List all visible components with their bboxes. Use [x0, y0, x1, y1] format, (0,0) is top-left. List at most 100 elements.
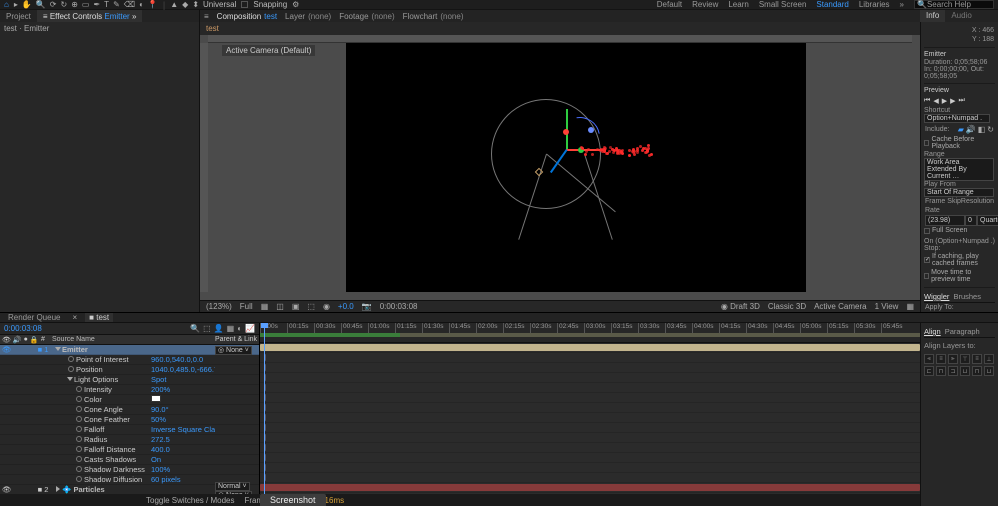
audio-column-icon[interactable]: 🔊 [13, 336, 22, 344]
track-row[interactable] [260, 393, 920, 403]
track-row[interactable] [260, 473, 920, 483]
workspace-more-icon[interactable]: » [900, 0, 904, 9]
parent-column-header[interactable]: Parent & Link [215, 336, 259, 343]
dist-left-icon[interactable]: ⊏ [924, 366, 934, 376]
viewer-area[interactable]: Active Camera (Default) [200, 35, 920, 300]
panel-menu-icon[interactable]: ≡ [204, 12, 209, 21]
workspace-libraries[interactable]: Libraries [859, 0, 890, 9]
track-row[interactable] [260, 443, 920, 453]
tab-effect-controls[interactable]: ≡ Effect Controls Emitter » [37, 10, 143, 22]
current-time-indicator[interactable] [264, 323, 265, 506]
roto-tool-icon[interactable]: ◐ [139, 0, 144, 9]
workspace-smallscreen[interactable]: Small Screen [759, 0, 807, 9]
framerate-dropdown[interactable]: (23.98) [925, 215, 965, 226]
track-row[interactable] [260, 433, 920, 443]
eye-column-icon[interactable]: 👁 [2, 336, 11, 344]
comp-breadcrumb[interactable]: test [200, 22, 920, 35]
frame-blend-icon[interactable]: ▦ [227, 324, 235, 333]
property-row[interactable]: Color [0, 395, 259, 405]
rotate-tool-icon[interactable]: ↻ [61, 0, 68, 9]
tab-composition[interactable]: Composition test [217, 12, 277, 21]
track-row[interactable] [260, 423, 920, 433]
tab-wiggler[interactable]: Wiggler [924, 292, 949, 301]
toggle-switches-button[interactable]: Toggle Switches / Modes [146, 496, 235, 505]
workspace-review[interactable]: Review [692, 0, 718, 9]
tab-project[interactable]: Project [0, 10, 37, 22]
fullscreen-checkbox[interactable]: Full Screen [924, 226, 995, 235]
region-icon[interactable]: ⬚ [307, 302, 315, 311]
workspace-learn[interactable]: Learn [728, 0, 748, 9]
play-icon[interactable]: ▶ [942, 97, 947, 105]
skip-dropdown[interactable]: 0 [965, 215, 977, 226]
property-row[interactable]: FalloffInverse Square Clamp… [0, 425, 259, 435]
comp-mini-flow-icon[interactable]: ⬚ [203, 324, 211, 333]
workspace-standard[interactable]: Standard [816, 0, 848, 9]
property-row[interactable]: Position1040.0,485.0,-666.7 [0, 365, 259, 375]
workspace-default[interactable]: Default [657, 0, 682, 9]
graph-editor-icon[interactable]: 📈 [245, 324, 255, 333]
track-row[interactable] [260, 383, 920, 393]
mask-toggle-icon[interactable]: ▣ [292, 302, 300, 311]
last-frame-icon[interactable]: ⏭ [958, 97, 964, 105]
tab-more-icon[interactable]: » [132, 12, 136, 21]
shortcut-dropdown[interactable]: Option+Numpad . [924, 114, 990, 123]
align-left-icon[interactable]: ⫷ [924, 354, 934, 364]
transparency-grid-icon[interactable]: ◫ [276, 302, 284, 311]
clone-tool-icon[interactable]: ⌫ [124, 0, 135, 9]
tab-audio[interactable]: Audio [945, 10, 977, 22]
layer-row[interactable]: 👁■ 1Emitter◎ None ˅ [0, 345, 259, 355]
ifcaching-checkbox[interactable]: If caching, play cached frames [924, 252, 995, 268]
track-row[interactable] [260, 353, 920, 363]
track-row[interactable] [260, 373, 920, 383]
fast-preview-icon[interactable]: ▦ [261, 302, 269, 311]
align-bottom-icon[interactable]: ⊥ [984, 354, 994, 364]
snap-opts-icon[interactable]: ⚙ [292, 0, 299, 9]
align-top-icon[interactable]: ⊤ [960, 354, 970, 364]
track-row[interactable] [260, 403, 920, 413]
panel-menu-icon[interactable]: ≡ [43, 12, 48, 21]
track-row[interactable] [260, 343, 920, 353]
include-audio-icon[interactable]: 🔊 [966, 125, 976, 134]
include-video-icon[interactable]: ▰ [958, 125, 964, 134]
sourcename-column-header[interactable]: Source Name [50, 336, 151, 343]
camera-view-dropdown[interactable]: Active Camera [814, 302, 866, 311]
preview-time[interactable]: 0:00:03:08 [380, 302, 418, 311]
gizmo-mode-label[interactable]: Universal [203, 0, 236, 9]
solo-column-icon[interactable]: ● [24, 336, 28, 344]
property-row[interactable]: Casts ShadowsOn [0, 455, 259, 465]
dist-hcenter-icon[interactable]: ⊓ [936, 366, 946, 376]
first-frame-icon[interactable]: ⏮ [924, 97, 930, 105]
tab-render-queue[interactable]: Render Queue [4, 313, 64, 322]
tab-paragraph[interactable]: Paragraph [945, 327, 980, 336]
orbit-tool-icon[interactable]: ⟳ [50, 0, 57, 9]
rect-tool-icon[interactable]: ▭ [82, 0, 90, 9]
motion-blur-icon[interactable]: ◐ [237, 324, 242, 333]
composition-canvas[interactable] [346, 43, 806, 292]
selection-tool-icon[interactable]: ▸ [14, 0, 18, 9]
layer-bar[interactable] [260, 484, 920, 491]
search-help-input[interactable]: 🔍 Search Help [914, 0, 994, 9]
tab-info[interactable]: Info [920, 10, 945, 22]
range-dropdown[interactable]: Work Area Extended By Current … [924, 158, 994, 181]
local-axis-icon[interactable]: ▲ [170, 0, 178, 9]
dist-top-icon[interactable]: ⊔ [960, 366, 970, 376]
hand-tool-icon[interactable]: ✋ [22, 0, 32, 9]
timeline-tracks[interactable]: 0:00s00:15s00:30s00:45s01:00s01:15s01:30… [260, 323, 920, 506]
dist-vcenter-icon[interactable]: ⊓ [972, 366, 982, 376]
property-row[interactable]: Radius272.5 [0, 435, 259, 445]
dist-right-icon[interactable]: ⊐ [948, 366, 958, 376]
property-row[interactable]: Cone Feather50% [0, 415, 259, 425]
tab-comp-test[interactable]: ■ test [85, 313, 113, 322]
renderer-dropdown[interactable]: Classic 3D [768, 302, 806, 311]
next-frame-icon[interactable]: ▶ [950, 97, 955, 105]
current-time-display[interactable]: 0:00:03:08 [4, 324, 42, 333]
channel-icon[interactable]: ◉ [323, 302, 330, 311]
home-icon[interactable]: ⌂ [4, 0, 9, 9]
movetime-checkbox[interactable]: Move time to preview time [924, 268, 995, 284]
layer-bar[interactable] [260, 344, 920, 351]
align-vcenter-icon[interactable]: ≡ [972, 354, 982, 364]
view-axis-icon[interactable]: ⬍ [192, 0, 199, 9]
track-row[interactable] [260, 453, 920, 463]
search-layer-icon[interactable]: 🔍 [190, 324, 200, 333]
property-row[interactable]: Light OptionsSpot [0, 375, 259, 385]
